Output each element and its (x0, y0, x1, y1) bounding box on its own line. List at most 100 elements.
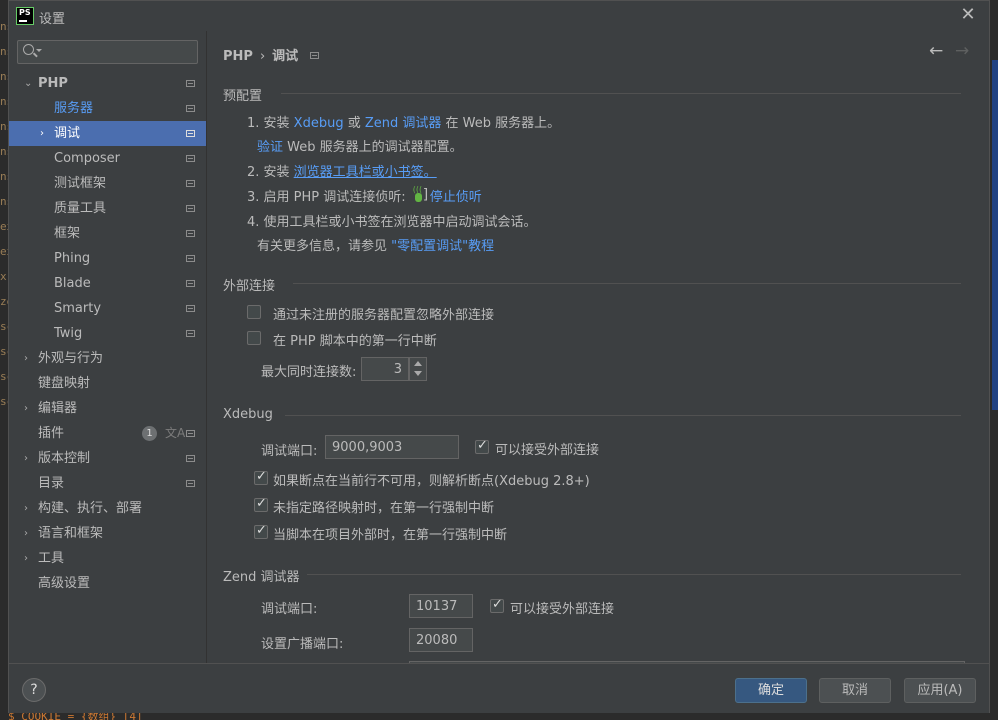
stop-listening-link[interactable]: 停止侦听 (430, 190, 482, 205)
collapsed-chevron-icon[interactable]: › (24, 546, 28, 571)
xdebug-section-title: Xdebug (223, 407, 273, 422)
xdebug-port-input[interactable] (325, 435, 459, 459)
break-outside-project-label[interactable]: 当脚本在项目外部时，在第一行强制中断 (273, 524, 507, 543)
sidebar-item[interactable]: › 编辑器 (9, 396, 206, 421)
cancel-button[interactable]: 取消 (819, 678, 891, 703)
project-level-icon (186, 230, 195, 237)
zend-debugger-link[interactable]: Zend 调试器 (365, 116, 442, 131)
sidebar-item[interactable]: 服务器 (9, 96, 206, 121)
resolve-breakpoint-checkbox[interactable] (254, 469, 268, 485)
background-code-glyph: ex (0, 245, 8, 258)
broadcast-port-input[interactable] (409, 628, 473, 652)
preconfig-step-2: 2. 安装 浏览器工具栏或小书签。 (247, 165, 437, 180)
sidebar-item[interactable]: Smarty (9, 296, 206, 321)
background-code-glyph: sc (0, 395, 8, 408)
back-arrow-icon[interactable]: ← (929, 41, 943, 61)
break-outside-project-checkbox[interactable] (254, 523, 268, 539)
zero-config-tutorial-link[interactable]: "零配置调试"教程 (391, 239, 494, 254)
sidebar-item[interactable]: 测试框架 (9, 171, 206, 196)
collapsed-chevron-icon[interactable]: › (24, 521, 28, 546)
settings-search-box[interactable] (17, 40, 198, 64)
break-first-line-checkbox[interactable] (247, 331, 261, 345)
project-level-icon (186, 105, 195, 112)
apply-button[interactable]: 应用(A) (904, 678, 976, 703)
sidebar-item[interactable]: Blade (9, 271, 206, 296)
sidebar-item[interactable]: › 外观与行为 (9, 346, 206, 371)
sidebar-item[interactable]: 框架 (9, 221, 206, 246)
collapsed-chevron-icon[interactable]: › (24, 346, 28, 371)
sidebar-item[interactable]: Twig (9, 321, 206, 346)
zend-section-title: Zend 调试器 (223, 570, 300, 585)
help-button[interactable]: ? (22, 678, 46, 702)
close-icon[interactable]: ✕ (959, 6, 977, 24)
max-connections-label: 最大同时连接数: (261, 365, 357, 380)
phpstorm-logo-icon: PS (16, 7, 34, 25)
sidebar-item-label: 高级设置 (38, 576, 91, 591)
sidebar-item[interactable]: 质量工具 (9, 196, 206, 221)
sidebar-item-label: 插件 (38, 426, 65, 441)
zend-port-input[interactable] (409, 594, 473, 618)
background-code-glyph: ns (0, 145, 8, 158)
background-code-glyph: ex (0, 220, 8, 233)
sidebar-item-label: 调试 (54, 126, 81, 141)
breadcrumb: PHP › 调试 (223, 45, 320, 64)
project-level-icon (186, 280, 195, 287)
sidebar-item-label: PHP (38, 76, 68, 91)
background-scrollbar (992, 60, 998, 410)
xdebug-link[interactable]: Xdebug (294, 116, 344, 131)
sidebar-item-label: 键盘映射 (38, 376, 91, 391)
collapsed-chevron-icon[interactable]: › (40, 121, 44, 146)
expanded-chevron-icon[interactable]: ⌄ (24, 71, 32, 96)
sidebar-item[interactable]: › 构建、执行、部署 (9, 496, 206, 521)
sidebar-item[interactable]: ⌄ PHP (9, 71, 206, 96)
broadcast-port-label: 设置广播端口: (261, 637, 344, 652)
spinner-down-icon[interactable] (414, 371, 422, 376)
project-level-icon (186, 455, 195, 462)
resolve-breakpoint-label[interactable]: 如果断点在当前行不可用，则解析断点(Xdebug 2.8+) (273, 470, 590, 489)
break-unmapped-path-checkbox[interactable] (254, 496, 268, 512)
ok-button[interactable]: 确定 (735, 678, 807, 703)
max-connections-input[interactable] (361, 357, 409, 381)
break-first-line-label[interactable]: 在 PHP 脚本中的第一行中断 (273, 330, 437, 349)
sidebar-item[interactable]: 插件 1 文A (9, 421, 206, 446)
break-unmapped-path-label[interactable]: 未指定路径映射时，在第一行强制中断 (273, 497, 494, 516)
sidebar-item-label: 服务器 (54, 101, 94, 116)
sidebar-item-label: 工具 (38, 551, 65, 566)
sidebar-item[interactable]: › 版本控制 (9, 446, 206, 471)
spinner-up-icon[interactable] (414, 361, 422, 366)
preconfig-step-1: 1. 安装 Xdebug 或 Zend 调试器 在 Web 服务器上。 (247, 116, 561, 131)
max-connections-spinner[interactable] (409, 357, 427, 381)
background-editor-right (990, 0, 998, 720)
ignore-external-connections-checkbox[interactable] (247, 305, 261, 319)
sidebar-item-label: 框架 (54, 226, 81, 241)
sidebar-item[interactable]: 高级设置 (9, 571, 206, 596)
background-code-glyph: ns (0, 195, 8, 208)
browser-toolbar-link[interactable]: 浏览器工具栏或小书签。 (294, 165, 437, 180)
sidebar-item[interactable]: Phing (9, 246, 206, 271)
sidebar-item[interactable]: › 语言和框架 (9, 521, 206, 546)
title-bar: PS 设置 ✕ (9, 1, 989, 31)
collapsed-chevron-icon[interactable]: › (24, 396, 28, 421)
collapsed-chevron-icon[interactable]: › (24, 496, 28, 521)
listen-debug-connections-icon[interactable]: (((] (412, 185, 428, 204)
sidebar-item[interactable]: Composer (9, 146, 206, 171)
sidebar-item[interactable]: 目录 (9, 471, 206, 496)
background-code-line: $_COOKIE = {数组} [4] (8, 713, 143, 720)
background-code-glyph: sc (0, 345, 8, 358)
sidebar-item[interactable]: › 调试 (9, 121, 206, 146)
collapsed-chevron-icon[interactable]: › (24, 446, 28, 471)
zend-accept-external-checkbox[interactable] (490, 597, 504, 613)
sidebar-item-label: 编辑器 (38, 401, 78, 416)
sidebar-item[interactable]: 键盘映射 (9, 371, 206, 396)
ignore-external-connections-label[interactable]: 通过未注册的服务器配置忽略外部连接 (273, 304, 494, 323)
background-code-glyph: ns (0, 170, 8, 183)
sidebar-item[interactable]: › 工具 (9, 546, 206, 571)
xdebug-accept-external-label[interactable]: 可以接受外部连接 (495, 439, 599, 458)
search-history-dropdown-icon[interactable] (36, 49, 42, 52)
validate-link[interactable]: 验证 (257, 140, 283, 155)
breadcrumb-current: 调试 (272, 49, 299, 64)
xdebug-accept-external-checkbox[interactable] (475, 438, 489, 454)
zend-accept-external-label[interactable]: 可以接受外部连接 (510, 598, 614, 617)
forward-arrow-icon[interactable]: → (955, 41, 969, 61)
settings-search-input[interactable] (44, 43, 194, 61)
